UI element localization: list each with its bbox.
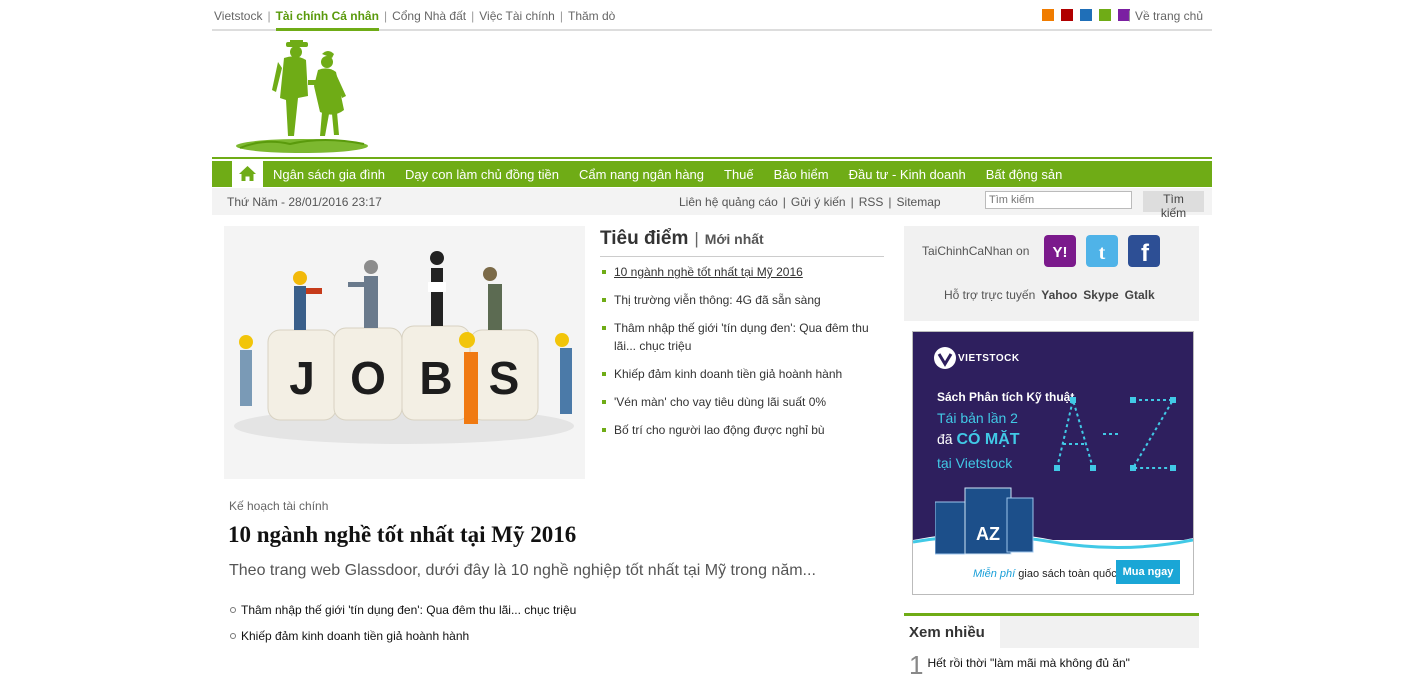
theme-swatch-blue[interactable] — [1080, 9, 1092, 21]
social-label: TaiChinhCaNhan on — [922, 244, 1030, 258]
facebook-icon[interactable]: f — [1128, 235, 1160, 267]
site-link-vietstock[interactable]: Vietstock — [214, 9, 262, 23]
focus-item[interactable]: Thị trường viễn thông: 4G đã sẵn sàng — [602, 291, 882, 309]
book-ad-banner[interactable]: VIETSTOCK Sách Phân tích Kỹ thuật Tái bả… — [912, 331, 1194, 595]
nav-item-ngan-sach[interactable]: Ngân sách gia đình — [273, 167, 385, 182]
theme-swatch-red[interactable] — [1061, 9, 1073, 21]
link-gui-y-kien[interactable]: Gửi ý kiến — [791, 195, 846, 209]
online-support: Hỗ trợ trực tuyến Yahoo Skype Gtalk — [944, 288, 1155, 302]
focus-header: Tiêu điểm | Mới nhất — [600, 228, 884, 257]
support-skype[interactable]: Skype — [1083, 288, 1118, 302]
svg-text:Y!: Y! — [1053, 244, 1068, 261]
social-box: TaiChinhCaNhan on Y! t f Hỗ trợ trực tuy… — [904, 226, 1199, 321]
theme-swatches — [1035, 9, 1130, 23]
site-link-thamdo[interactable]: Thăm dò — [568, 9, 615, 23]
svg-text:f: f — [1141, 240, 1150, 267]
book-covers: AZ — [935, 487, 1034, 555]
search-input[interactable] — [985, 191, 1132, 209]
search-button[interactable]: Tìm kiếm — [1143, 191, 1204, 220]
link-sitemap[interactable]: Sitemap — [897, 195, 941, 209]
main-nav: Ngân sách gia đình Dạy con làm chủ đồng t… — [212, 161, 1212, 187]
most-viewed-header: Xem nhiều — [904, 613, 1199, 648]
ad-line3: đã CÓ MẶT — [937, 431, 1020, 448]
svg-text:t: t — [1099, 242, 1106, 264]
yahoo-icon[interactable]: Y! — [1044, 235, 1076, 267]
focus-item[interactable]: 'Vén màn' cho vay tiêu dùng lãi suất 0% — [602, 393, 882, 411]
focus-item[interactable]: Bố trí cho người lao động được nghỉ bù — [602, 421, 882, 439]
jobs-dice-image: J O B S — [224, 226, 585, 479]
site-links: Vietstock | Tài chính Cá nhân | Cổng Nhà đất… — [214, 9, 615, 31]
az-graphic — [1054, 396, 1176, 471]
nav-items: Ngân sách gia đình Dạy con làm chủ đồng t… — [263, 167, 1072, 182]
nav-item-bat-dong-san[interactable]: Bất động sản — [986, 167, 1063, 182]
most-viewed-text[interactable]: Hết rồi thời "làm mãi mà không đủ ăn" — [927, 656, 1129, 670]
nav-item-day-con[interactable]: Dạy con làm chủ đồng tiền — [405, 167, 559, 182]
nav-item-thue[interactable]: Thuế — [724, 167, 754, 182]
support-yahoo[interactable]: Yahoo — [1041, 288, 1077, 302]
related-item[interactable]: Khiếp đảm kinh doanh tiền giả hoành hành — [230, 629, 576, 643]
article-lead: Theo trang web Glassdoor, dưới đây là 10… — [229, 562, 816, 579]
related-item[interactable]: Thâm nhập thế giới 'tín dụng đen': Qua đ… — [230, 603, 576, 617]
die-letter-b: B — [419, 352, 452, 404]
most-viewed-item[interactable]: 1 Hết rồi thời "làm mãi mà không đủ ăn" — [909, 650, 1130, 681]
feature-image[interactable]: J O B S — [224, 226, 585, 479]
focus-item[interactable]: 10 ngành nghề tốt nhất tại Mỹ 2016 — [602, 263, 882, 281]
nav-item-dau-tu[interactable]: Đầu tư - Kinh doanh — [849, 167, 966, 182]
rank-number: 1 — [909, 650, 924, 680]
ad-brand: VIETSTOCK — [958, 353, 1020, 364]
die-letter-j: J — [289, 352, 315, 404]
link-rss[interactable]: RSS — [859, 195, 884, 209]
focus-item[interactable]: Thâm nhập thế giới 'tín dụng đen': Qua đ… — [602, 319, 882, 355]
top-bar: Vietstock | Tài chính Cá nhân | Cổng Nhà đất… — [212, 0, 1212, 31]
svg-text:AZ: AZ — [976, 524, 1000, 544]
die-letter-s: S — [489, 352, 520, 404]
support-gtalk[interactable]: Gtalk — [1125, 288, 1155, 302]
current-date: Thứ Năm - 28/01/2016 23:17 — [227, 195, 382, 209]
site-link-taichinhcanhan[interactable]: Tài chính Cá nhân — [275, 9, 379, 31]
twitter-icon[interactable]: t — [1086, 235, 1118, 267]
site-link-congnhadat[interactable]: Cổng Nhà đất — [392, 9, 466, 23]
most-viewed-title[interactable]: Xem nhiều — [909, 624, 985, 641]
article-category[interactable]: Kế hoạch tài chính — [229, 499, 328, 513]
focus-list: 10 ngành nghề tốt nhất tại Mỹ 2016 Thị t… — [602, 263, 882, 449]
utility-links: Liên hệ quảng cáo | Gửi ý kiến | RSS | Sitemap — [679, 195, 941, 209]
vietstock-logo-icon — [934, 347, 956, 369]
home-page-link[interactable]: Về trang chủ — [1135, 9, 1203, 23]
utility-bar: Thứ Năm - 28/01/2016 23:17 Liên hệ quảng… — [212, 188, 1212, 220]
buy-now-button[interactable]: Mua ngay — [1116, 560, 1180, 584]
nav-item-bao-hiem[interactable]: Bảo hiểm — [774, 167, 829, 182]
die-letter-o: O — [350, 352, 386, 404]
page: Vietstock | Tài chính Cá nhân | Cổng Nhà đất… — [212, 0, 1212, 683]
focus-item[interactable]: Khiếp đảm kinh doanh tiền giả hoành hành — [602, 365, 882, 383]
related-list: Thâm nhập thế giới 'tín dụng đen': Qua đ… — [230, 603, 576, 655]
ad-line4: tại Vietstock — [937, 455, 1013, 471]
support-label: Hỗ trợ trực tuyến — [944, 288, 1036, 302]
home-icon — [239, 166, 256, 181]
ad-line2: Tái bản lần 2 — [937, 410, 1018, 426]
nav-home-button[interactable] — [232, 161, 263, 187]
focus-tab-title[interactable]: Tiêu điểm — [600, 228, 688, 249]
theme-swatch-green[interactable] — [1099, 9, 1111, 21]
article-headline[interactable]: 10 ngành nghề tốt nhất tại Mỹ 2016 — [228, 522, 576, 548]
site-logo[interactable] — [234, 38, 374, 155]
link-lien-he-quang-cao[interactable]: Liên hệ quảng cáo — [679, 195, 778, 209]
nav-item-cam-nang[interactable]: Cẩm nang ngân hàng — [579, 167, 704, 182]
ad-free-shipping: Miễn phí giao sách toàn quốc — [973, 568, 1117, 580]
nav-top-line — [212, 157, 1212, 159]
latest-tab[interactable]: Mới nhất — [705, 231, 764, 247]
theme-swatch-orange[interactable] — [1042, 9, 1054, 21]
couple-walking-logo-icon — [236, 38, 368, 153]
site-link-viectaichinh[interactable]: Việc Tài chính — [479, 9, 555, 23]
